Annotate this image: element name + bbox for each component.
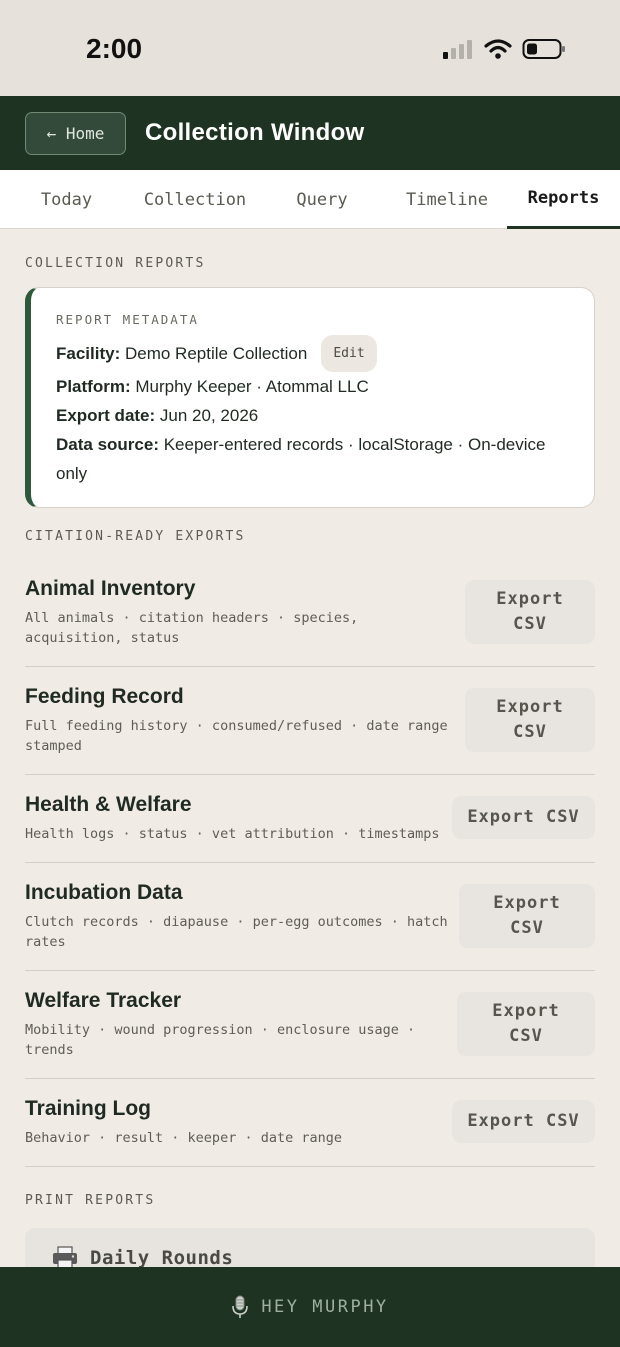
export-description: Behavior · result · keeper · date range	[25, 1130, 342, 1146]
hey-murphy-label: HEY MURPHY	[261, 1297, 389, 1317]
export-description: All animals · citation headers · species…	[25, 610, 359, 646]
home-button[interactable]: ← Home	[25, 111, 126, 155]
page-title: Collection Window	[145, 119, 365, 146]
tab-reports[interactable]: Reports	[507, 170, 620, 229]
battery-icon	[522, 39, 565, 59]
export-description: Clutch records · diapause · per-egg outc…	[25, 914, 448, 950]
edit-facility-button[interactable]: Edit	[321, 335, 377, 372]
facility-value: Demo Reptile Collection	[124, 344, 308, 363]
export-csv-button[interactable]: Export CSV	[452, 796, 595, 839]
metadata-label: REPORT METADATA	[56, 312, 199, 327]
tab-today[interactable]: Today	[0, 170, 133, 229]
export-row-health-welfare: Health & Welfare Health logs · status · …	[25, 775, 595, 863]
export-csv-button[interactable]: Export CSV	[459, 884, 595, 948]
wifi-icon	[484, 39, 512, 59]
export-description: Mobility · wound progression · enclosure…	[25, 1022, 416, 1058]
platform-key: Platform:	[56, 377, 131, 396]
export-csv-button[interactable]: Export CSV	[457, 992, 595, 1056]
metadata-platform: Platform: Murphy Keeper · Atommal LLC	[56, 372, 594, 401]
metadata-facility: Facility: Demo Reptile Collection Edit	[56, 335, 594, 372]
export-date-value: Jun 20, 2026	[159, 406, 259, 425]
status-time: 2:00	[86, 33, 143, 64]
data-source-key: Data source:	[56, 435, 159, 454]
export-date-key: Export date:	[56, 406, 156, 425]
export-title: Feeding Record	[25, 685, 184, 708]
hey-murphy-bar[interactable]: HEY MURPHY	[0, 1267, 620, 1347]
export-row-training-log: Training Log Behavior · result · keeper …	[25, 1079, 595, 1167]
metadata-export-date: Export date: Jun 20, 2026	[56, 401, 594, 430]
export-description: Full feeding history · consumed/refused …	[25, 718, 448, 754]
export-title: Incubation Data	[25, 881, 183, 904]
platform-value: Murphy Keeper · Atommal LLC	[135, 377, 369, 396]
export-row-incubation-data: Incubation Data Clutch records · diapaus…	[25, 863, 595, 971]
export-csv-button[interactable]: Export CSV	[452, 1100, 595, 1143]
app-header: ← Home Collection Window	[0, 96, 620, 170]
export-description: Health logs · status · vet attribution ·…	[25, 826, 440, 842]
export-csv-button[interactable]: Export CSV	[465, 580, 595, 644]
export-row-welfare-tracker: Welfare Tracker Mobility · wound progres…	[25, 971, 595, 1079]
section-label-citation-exports: CITATION-READY EXPORTS	[25, 529, 246, 544]
status-bar: 2:00	[0, 0, 620, 96]
facility-key: Facility:	[56, 344, 121, 363]
section-label-collection-reports: COLLECTION REPORTS	[25, 256, 206, 271]
cellular-signal-icon	[443, 40, 472, 59]
tab-bar: Today Collection Query Timeline Reports	[0, 170, 620, 229]
report-metadata-card: REPORT METADATA Facility: Demo Reptile C…	[25, 287, 595, 508]
tab-query[interactable]: Query	[257, 170, 387, 229]
section-label-print-reports: PRINT REPORTS	[25, 1193, 156, 1208]
tab-collection[interactable]: Collection	[133, 170, 257, 229]
microphone-icon	[232, 1295, 249, 1318]
export-title: Animal Inventory	[25, 577, 196, 600]
export-title: Welfare Tracker	[25, 989, 182, 1012]
export-title: Health & Welfare	[25, 793, 192, 816]
export-csv-button[interactable]: Export CSV	[465, 688, 595, 752]
export-title: Training Log	[25, 1097, 151, 1120]
print-label: Daily Rounds	[90, 1247, 234, 1269]
status-icons	[442, 38, 566, 60]
home-button-label: ← Home	[46, 123, 105, 143]
export-row-feeding-record: Feeding Record Full feeding history · co…	[25, 667, 595, 775]
export-row-animal-inventory: Animal Inventory All animals · citation …	[25, 567, 595, 667]
tab-timeline[interactable]: Timeline	[387, 170, 507, 229]
metadata-data-source: Data source: Keeper-entered records · lo…	[56, 430, 556, 488]
